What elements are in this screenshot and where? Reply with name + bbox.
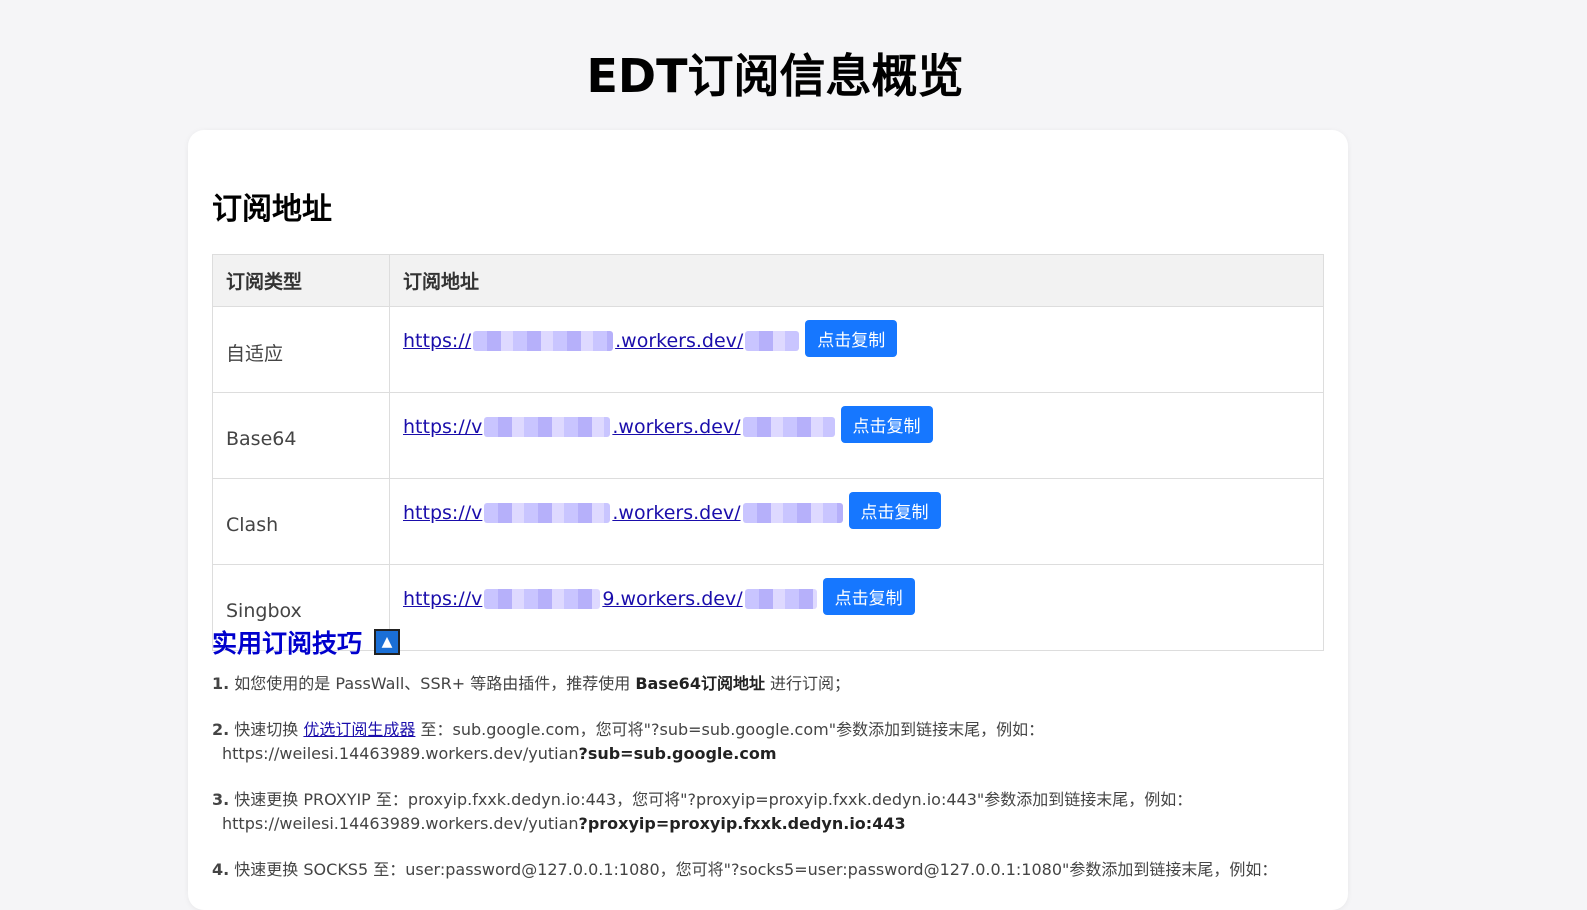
url-prefix: https://v [403,588,483,610]
tip-text: 至：sub.google.com，您可将"?sub=sub.google.com… [415,720,1045,739]
redacted-blur [742,503,843,523]
tip-example: https://weilesi.14463989.workers.dev/yut… [212,814,906,833]
content-card: 订阅地址 订阅类型 订阅地址 自适应 https:// .workers.dev/… [188,130,1348,910]
tip-item: 1. 如您使用的是 PassWall、SSR+ 等路由插件，推荐使用 Base6… [212,672,1322,696]
copy-button[interactable]: 点击复制 [805,320,898,357]
url-middle: .workers.dev/ [615,330,744,352]
redacted-blur [484,417,611,437]
tips-list: 1. 如您使用的是 PassWall、SSR+ 等路由插件，推荐使用 Base6… [212,672,1322,904]
tip-text: 进行订阅； [764,674,851,693]
url-middle: .workers.dev/ [612,416,741,438]
tip-text: 快速更换 SOCKS5 至：user:password@127.0.0.1:10… [229,860,1278,879]
table-row: 自适应 https:// .workers.dev/点击复制 [212,306,1324,393]
subscription-url-cell: https:// .workers.dev/点击复制 [389,306,1324,393]
redacted-blur [744,589,817,609]
tip-text: 快速更换 PROXYIP 至：proxyip.fxxk.dedyn.io:443… [229,790,1193,809]
header-url: 订阅地址 [389,254,1324,307]
tip-text: 如您使用的是 PassWall、SSR+ 等路由插件，推荐使用 [229,674,636,693]
redacted-blur [745,331,800,351]
copy-button[interactable]: 点击复制 [840,406,933,443]
example-param: ?proxyip=proxyip.fxxk.dedyn.io:443 [578,814,906,833]
tip-item: 4. 快速更换 SOCKS5 至：user:password@127.0.0.1… [212,858,1322,882]
url-prefix: https:// [403,330,472,352]
subscription-url-cell: https://v .workers.dev/点击复制 [389,478,1324,565]
url-prefix: https://v [403,502,483,524]
table-row: Clash https://v .workers.dev/点击复制 [212,478,1324,565]
subscription-link[interactable]: https:// .workers.dev/ [403,330,801,352]
subscription-type: Clash [212,478,390,565]
tip-number: 1. [212,674,230,693]
redacted-blur [473,331,614,351]
subscription-type: 自适应 [212,306,390,393]
table-header-row: 订阅类型 订阅地址 [212,254,1324,307]
subscription-type: Base64 [212,392,390,479]
tip-text: 快速切换 [229,720,304,739]
example-url: https://weilesi.14463989.workers.dev/yut… [222,744,579,763]
table-row: Base64 https://v .workers.dev/点击复制 [212,392,1324,479]
redacted-blur [484,589,601,609]
tip-item: 2. 快速切换 优选订阅生成器 至：sub.google.com，您可将"?su… [212,718,1322,766]
tip-item: 3. 快速更换 PROXYIP 至：proxyip.fxxk.dedyn.io:… [212,788,1322,836]
tips-header[interactable]: 实用订阅技巧 ▲ [212,624,401,660]
subscription-url-cell: https://v 9.workers.dev/点击复制 [389,564,1324,651]
tip-bold: Base64订阅地址 [635,674,765,693]
tip-number: 2. [212,720,230,739]
copy-button[interactable]: 点击复制 [822,578,915,615]
redacted-blur [742,417,835,437]
sub-generator-link[interactable]: 优选订阅生成器 [303,720,415,739]
tip-number: 4. [212,860,230,879]
subscription-link[interactable]: https://v .workers.dev/ [403,502,845,524]
redacted-blur [484,503,611,523]
tips-title[interactable]: 实用订阅技巧 [212,624,362,660]
url-middle: 9.workers.dev/ [602,588,743,610]
header-type: 订阅类型 [212,254,390,307]
subscription-url-cell: https://v .workers.dev/点击复制 [389,392,1324,479]
example-url: https://weilesi.14463989.workers.dev/yut… [222,814,579,833]
subscription-table: 订阅类型 订阅地址 自适应 https://.workers.dev/点击复制 … [212,254,1324,651]
tip-example: https://weilesi.14463989.workers.dev/yut… [212,744,776,763]
subscription-link[interactable]: https://v .workers.dev/ [403,416,837,438]
section-title: 订阅地址 [212,192,332,227]
url-prefix: https://v [403,416,483,438]
subscription-link[interactable]: https://v 9.workers.dev/ [403,588,819,610]
collapse-toggle-icon[interactable]: ▲ [374,629,401,655]
page-title: EDT订阅信息概览 [586,49,964,103]
example-param: ?sub=sub.google.com [578,744,777,763]
url-middle: .workers.dev/ [612,502,741,524]
copy-button[interactable]: 点击复制 [848,492,941,529]
tip-number: 3. [212,790,230,809]
